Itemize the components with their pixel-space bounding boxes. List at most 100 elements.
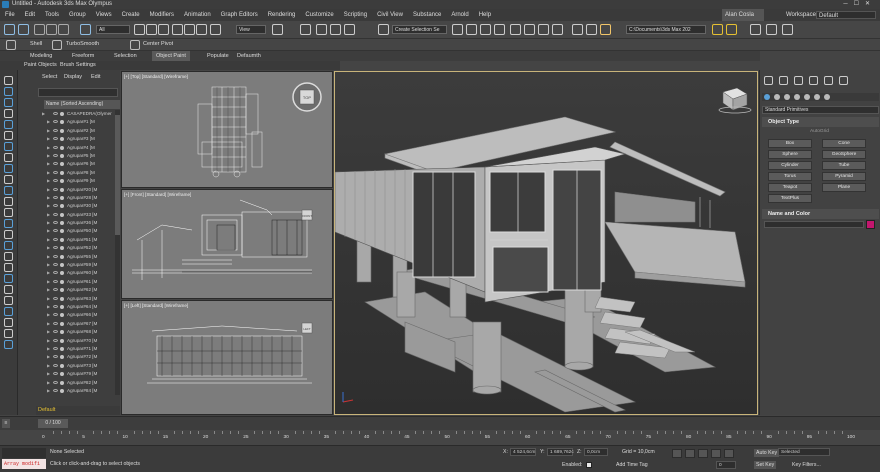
grid-icon[interactable]	[766, 24, 777, 35]
explorer-edit-menu[interactable]: Edit	[91, 70, 100, 84]
hierarchy-icon[interactable]	[4, 263, 13, 272]
render-toggle-icon[interactable]	[60, 187, 64, 192]
explorer-row[interactable]: ▶ Agrupar#61 [M	[40, 278, 116, 286]
render-toggle-icon[interactable]	[60, 179, 64, 184]
object-color-swatch[interactable]	[866, 220, 875, 229]
cone-button[interactable]: Cone	[822, 139, 866, 148]
expand-arrow-icon[interactable]: ▶	[47, 345, 50, 353]
play-icon[interactable]	[698, 449, 708, 458]
explorer-row[interactable]: ▶ Agrupar#3 [M	[40, 135, 116, 143]
explorer-row[interactable]: ▶ Agrupar#59 [M	[40, 261, 116, 269]
visibility-eye-icon[interactable]	[53, 388, 58, 392]
set-key-button[interactable]: Set Key	[754, 461, 777, 469]
maxscript-listener-top[interactable]	[2, 448, 46, 458]
render-toggle-icon[interactable]	[60, 288, 64, 293]
select-by-name-icon[interactable]	[134, 24, 145, 35]
helpers-filter-icon[interactable]	[4, 131, 13, 140]
expand-arrow-icon[interactable]: ▶	[47, 278, 50, 286]
explorer-row[interactable]: ▶ Agrupar#71 [M	[40, 345, 116, 353]
menu-civil-view[interactable]: Civil View	[372, 9, 408, 21]
frame-slider-handle[interactable]: 0 / 100	[38, 419, 68, 428]
render-toggle-icon[interactable]	[60, 346, 64, 351]
explorer-row[interactable]: ▶ Agrupar#84 [M	[40, 387, 116, 395]
expand-arrow-icon[interactable]: ▶	[47, 177, 50, 185]
explorer-row[interactable]: ▶ Agrupar#55 [M	[40, 253, 116, 261]
plane-button[interactable]: Plane	[822, 183, 866, 192]
ribbon-tab-populate[interactable]: Populate	[203, 51, 233, 61]
shapes-filter-icon[interactable]	[4, 98, 13, 107]
visibility-eye-icon[interactable]	[53, 229, 58, 233]
menu-rendering[interactable]: Rendering	[263, 9, 301, 21]
unlink-icon[interactable]	[46, 24, 57, 35]
expand-arrow-icon[interactable]: ▶	[47, 186, 50, 194]
render-toggle-icon[interactable]	[60, 271, 64, 276]
time-slider[interactable]: ≡ 0 / 100	[0, 416, 880, 430]
expand-arrow-icon[interactable]: ▶	[47, 269, 50, 277]
spinner-snap-icon[interactable]	[344, 24, 355, 35]
menu-views[interactable]: Views	[91, 9, 117, 21]
menu-customize[interactable]: Customize	[300, 9, 338, 21]
lock-icon[interactable]	[4, 318, 13, 327]
explorer-row[interactable]: ▶ Agrupar#20 [M	[40, 186, 116, 194]
menu-tools[interactable]: Tools	[40, 9, 64, 21]
selection-filter-select[interactable]: All	[96, 25, 130, 34]
expand-arrow-icon[interactable]: ▶	[47, 295, 50, 303]
viewport-left[interactable]: [+] [Left] [Standard] [Wireframe] LEFT	[121, 300, 333, 415]
rendered-frame-window-icon[interactable]	[586, 24, 597, 35]
primitive-type-select[interactable]: Standard Primitives	[762, 106, 879, 114]
current-frame-field[interactable]: 0	[716, 461, 736, 469]
render-toggle-icon[interactable]	[60, 388, 64, 393]
invert-filter-icon[interactable]	[4, 241, 13, 250]
next-frame-icon[interactable]	[711, 449, 721, 458]
expand-arrow-icon[interactable]: ▶	[47, 337, 50, 345]
render-toggle-icon[interactable]	[60, 313, 64, 318]
spacewarps-category-icon[interactable]	[814, 94, 820, 100]
render-toggle-icon[interactable]	[60, 120, 64, 125]
place-icon[interactable]	[210, 24, 221, 35]
explorer-column-header[interactable]: Name (Sorted Ascending)	[44, 100, 120, 109]
visibility-eye-icon[interactable]	[53, 145, 58, 149]
box-button[interactable]: Box	[768, 139, 812, 148]
visibility-eye-icon[interactable]	[53, 355, 58, 359]
viewport-front[interactable]: [+] [Front] [Standard] [Wireframe] FRONT	[121, 189, 333, 299]
explorer-search-input[interactable]	[38, 88, 118, 97]
render-toggle-icon[interactable]	[60, 330, 64, 335]
render-toggle-icon[interactable]	[60, 153, 64, 158]
visibility-eye-icon[interactable]	[53, 279, 58, 283]
explorer-row[interactable]: ▶ Agrupar#64 [M	[40, 303, 116, 311]
user-account[interactable]: Alan Cosla	[722, 9, 764, 21]
layer-icon[interactable]	[4, 274, 13, 283]
sync-icon[interactable]	[4, 329, 13, 338]
lights-filter-icon[interactable]	[4, 109, 13, 118]
containers-filter-icon[interactable]	[4, 186, 13, 195]
explorer-row[interactable]: ▶ Agrupar#79 [M	[40, 370, 116, 378]
toggle-scene-explorer-icon[interactable]	[480, 24, 491, 35]
visibility-eye-icon[interactable]	[53, 263, 58, 267]
visibility-eye-icon[interactable]	[53, 380, 58, 384]
ribbon-tab-freeform[interactable]: Freeform	[68, 51, 98, 61]
visibility-eye-icon[interactable]	[53, 187, 58, 191]
render-toggle-icon[interactable]	[60, 304, 64, 309]
move-icon[interactable]	[172, 24, 183, 35]
select-region-icon[interactable]	[146, 24, 157, 35]
window-controls[interactable]: ─☐✕	[843, 0, 876, 9]
visibility-eye-icon[interactable]	[53, 288, 58, 292]
menu-animation[interactable]: Animation	[179, 9, 216, 21]
track-bar[interactable]: 0 5 10 15 20 25 30 35 40 45 50 55 60 65 70 75 80 85 90 95 10…	[0, 430, 880, 445]
visibility-eye-icon[interactable]	[53, 221, 58, 225]
expand-arrow-icon[interactable]: ▶	[47, 127, 50, 135]
render-production-icon[interactable]	[600, 24, 611, 35]
center-pivot-icon[interactable]	[130, 40, 140, 50]
render-toggle-icon[interactable]	[60, 279, 64, 284]
menu-substance[interactable]: Substance	[408, 9, 446, 21]
expand-arrow-icon[interactable]: ▶	[47, 219, 50, 227]
expand-arrow-icon[interactable]: ▶	[47, 253, 50, 261]
link-icon[interactable]	[34, 24, 45, 35]
visibility-eye-icon[interactable]	[53, 330, 58, 334]
hidden-filter-icon[interactable]	[4, 208, 13, 217]
align-icon[interactable]	[466, 24, 477, 35]
time-slider-expand-button[interactable]: ≡	[2, 419, 10, 428]
render-toggle-icon[interactable]	[60, 380, 64, 385]
render-toggle-icon[interactable]	[60, 296, 64, 301]
none-filter-icon[interactable]	[4, 230, 13, 239]
